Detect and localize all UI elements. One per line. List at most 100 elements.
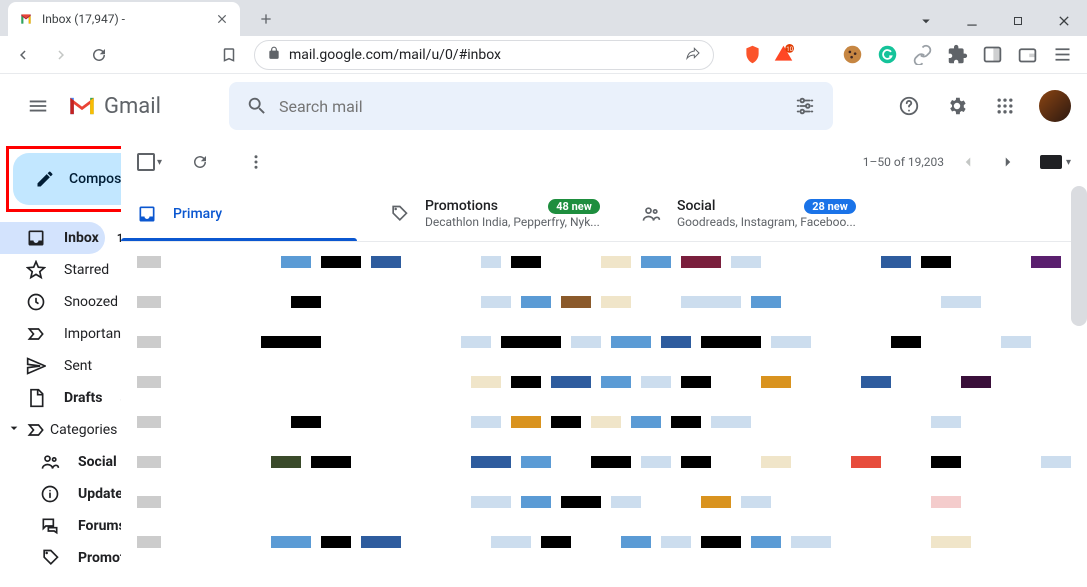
grammarly-icon[interactable] xyxy=(877,44,898,65)
category-tabs: Primary Promotions 48 new Decathlon Indi… xyxy=(121,186,1087,242)
maximize-button[interactable] xyxy=(995,6,1041,36)
tab-social[interactable]: Social 28 new Goodreads, Instagram, Face… xyxy=(625,186,877,241)
compose-label: Compose xyxy=(69,171,121,187)
mail-row[interactable] xyxy=(121,402,1087,442)
extension-icons-left: 10 xyxy=(742,44,794,65)
sidebar-label: Categories xyxy=(50,422,117,438)
people-icon xyxy=(641,204,661,224)
sidebar-label: Social xyxy=(78,454,117,470)
sidebar-label: Drafts xyxy=(64,390,102,406)
search-input[interactable] xyxy=(279,97,783,116)
sidebar-item-inbox[interactable]: Inbox 17,947 xyxy=(0,222,105,254)
pager-range: 1–50 of 19,203 xyxy=(863,155,944,169)
support-button[interactable] xyxy=(889,86,929,126)
extensions-icon[interactable] xyxy=(947,44,968,65)
tab-primary[interactable]: Primary xyxy=(121,186,373,241)
minimize-button[interactable] xyxy=(949,6,995,36)
clock-icon xyxy=(26,292,46,312)
nav-back-button[interactable] xyxy=(10,42,36,68)
sidebar-item-drafts[interactable]: Drafts 3 xyxy=(0,382,105,414)
main-menu-button[interactable] xyxy=(16,84,60,128)
apps-button[interactable] xyxy=(985,86,1025,126)
select-all-checkbox[interactable]: ▾ xyxy=(137,153,162,171)
tab-promotions[interactable]: Promotions 48 new Decathlon India, Peppe… xyxy=(373,186,625,241)
search-icon[interactable] xyxy=(235,84,279,128)
new-tab-button[interactable] xyxy=(252,5,280,33)
sidebar-label: Promotions xyxy=(78,550,121,566)
browser-tab[interactable]: Inbox (17,947) - xyxy=(8,2,240,36)
mail-row[interactable] xyxy=(121,442,1087,482)
close-window-button[interactable] xyxy=(1041,6,1087,36)
gmail-logo-text: Gmail xyxy=(104,94,161,119)
input-tools-button[interactable]: ▾ xyxy=(1040,155,1071,169)
sidebar-label: Starred xyxy=(64,262,109,278)
refresh-button[interactable] xyxy=(182,144,218,180)
sidebar-item-forums[interactable]: Forums 17 xyxy=(0,510,105,542)
nav-forward-button[interactable] xyxy=(48,42,74,68)
tab-label: Social xyxy=(677,198,796,214)
brave-rewards-icon[interactable]: 10 xyxy=(773,44,794,65)
header-actions xyxy=(889,86,1071,126)
mail-row[interactable] xyxy=(121,322,1087,362)
wallet-icon[interactable] xyxy=(1017,44,1038,65)
sidepanel-icon[interactable] xyxy=(982,44,1003,65)
mail-row[interactable] xyxy=(121,242,1087,282)
lock-icon xyxy=(267,46,281,64)
draft-icon xyxy=(26,388,46,408)
sidebar-item-sent[interactable]: Sent xyxy=(0,350,105,382)
compose-button[interactable]: Compose xyxy=(13,153,121,205)
close-icon[interactable] xyxy=(214,11,230,27)
browser-toolbar: mail.google.com/mail/u/0/#inbox 10 xyxy=(0,36,1087,74)
svg-text:10: 10 xyxy=(786,46,793,53)
scrollbar[interactable] xyxy=(1071,186,1087,326)
pager-next-button[interactable] xyxy=(992,146,1024,178)
more-button[interactable] xyxy=(238,144,274,180)
chevron-down-icon[interactable] xyxy=(903,6,949,36)
reload-button[interactable] xyxy=(86,42,112,68)
sidebar-item-social[interactable]: Social 27,503 xyxy=(0,446,105,478)
url-bar[interactable]: mail.google.com/mail/u/0/#inbox xyxy=(254,40,714,70)
window-controls xyxy=(903,6,1087,36)
mail-row[interactable] xyxy=(121,362,1087,402)
send-icon xyxy=(26,356,46,376)
tab-label: Promotions xyxy=(425,198,540,214)
sidebar-item-promotions[interactable]: Promotions 9,487 xyxy=(0,542,105,574)
tab-sub: Decathlon India, Pepperfry, Nyk... xyxy=(425,215,600,229)
tab-title: Inbox (17,947) - xyxy=(42,12,206,26)
mail-list xyxy=(121,242,1087,587)
chevron-down-icon: ▾ xyxy=(157,157,162,168)
tag-icon xyxy=(389,204,409,224)
tag-icon xyxy=(40,548,60,568)
url-text: mail.google.com/mail/u/0/#inbox xyxy=(289,47,677,63)
sidebar-item-starred[interactable]: Starred xyxy=(0,254,105,286)
chevron-down-icon: ▾ xyxy=(1066,157,1071,168)
sidebar-item-categories[interactable]: Categories xyxy=(0,414,105,446)
content-area: ▾ 1–50 of 19,203 ▾ Primary xyxy=(121,138,1087,587)
compose-highlight: Compose xyxy=(6,146,121,212)
link-icon[interactable] xyxy=(912,44,933,65)
sidebar-label: Updates xyxy=(78,486,121,502)
extension-icons-right xyxy=(842,44,1077,65)
bookmark-button[interactable] xyxy=(216,42,242,68)
brave-shield-icon[interactable] xyxy=(742,44,763,65)
search-options-button[interactable] xyxy=(783,84,827,128)
sidebar-label: Snoozed xyxy=(64,294,118,310)
mail-row[interactable] xyxy=(121,522,1087,562)
browser-menu-icon[interactable] xyxy=(1052,44,1073,65)
gmail-header: Gmail xyxy=(0,74,1087,138)
share-icon[interactable] xyxy=(685,45,701,65)
sidebar-item-updates[interactable]: Updates 17,211 xyxy=(0,478,105,510)
settings-button[interactable] xyxy=(937,86,977,126)
account-avatar[interactable] xyxy=(1039,90,1071,122)
pager-prev-button[interactable] xyxy=(952,146,984,178)
sidebar-item-important[interactable]: Important xyxy=(0,318,105,350)
mail-row[interactable] xyxy=(121,282,1087,322)
gmail-logo[interactable]: Gmail xyxy=(68,94,161,119)
cookie-icon[interactable] xyxy=(842,44,863,65)
tab-label: Primary xyxy=(173,206,357,222)
keyboard-icon xyxy=(1040,155,1062,169)
sidebar-item-snoozed[interactable]: Snoozed xyxy=(0,286,105,318)
mail-row[interactable] xyxy=(121,482,1087,522)
search-bar[interactable] xyxy=(229,82,833,130)
sidebar-label: Inbox xyxy=(64,230,99,246)
